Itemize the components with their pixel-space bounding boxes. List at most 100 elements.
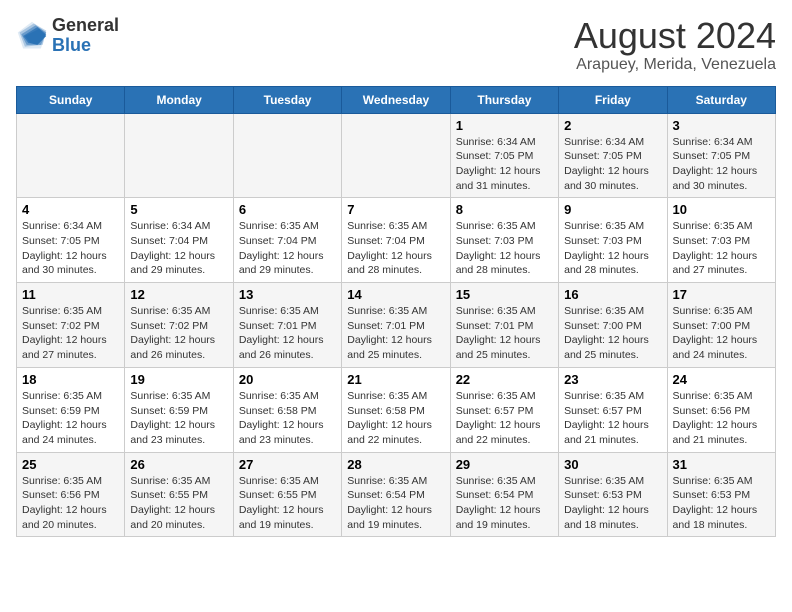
header-cell-thursday: Thursday [450,86,558,113]
day-cell: 2Sunrise: 6:34 AM Sunset: 7:05 PM Daylig… [559,113,667,198]
calendar-header: SundayMondayTuesdayWednesdayThursdayFrid… [17,86,776,113]
day-cell: 18 Sunrise: 6:35 AM Sunset: 6:59 PM Dayli… [17,367,125,452]
header-cell-wednesday: Wednesday [342,86,450,113]
day-cell: 7 Sunrise: 6:35 AM Sunset: 7:04 PM Daylig… [342,198,450,283]
day-number: 15 [456,287,553,302]
day-info: Sunrise: 6:35 AM Sunset: 6:54 PM Dayligh… [456,475,541,531]
day-info: Sunrise: 6:35 AM Sunset: 6:57 PM Dayligh… [564,390,649,446]
day-info: Sunrise: 6:34 AM Sunset: 7:05 PM Dayligh… [456,136,541,192]
day-info: Sunrise: 6:34 AM Sunset: 7:05 PM Dayligh… [564,136,649,192]
day-info: Sunrise: 6:34 AM Sunset: 7:04 PM Dayligh… [130,220,215,276]
day-number: 28 [347,457,444,472]
day-cell [125,113,233,198]
logo-blue: Blue [52,36,119,56]
day-number: 11 [22,287,119,302]
day-number: 8 [456,202,553,217]
week-row-1: 1Sunrise: 6:34 AM Sunset: 7:05 PM Daylig… [17,113,776,198]
header-cell-sunday: Sunday [17,86,125,113]
day-info: Sunrise: 6:35 AM Sunset: 7:04 PM Dayligh… [347,220,432,276]
day-number: 18 [22,372,119,387]
day-number: 19 [130,372,227,387]
day-info: Sunrise: 6:35 AM Sunset: 6:53 PM Dayligh… [673,475,758,531]
day-info: Sunrise: 6:35 AM Sunset: 6:58 PM Dayligh… [347,390,432,446]
day-cell: 19Sunrise: 6:35 AM Sunset: 6:59 PM Dayli… [125,367,233,452]
day-info: Sunrise: 6:35 AM Sunset: 6:58 PM Dayligh… [239,390,324,446]
day-cell: 10 Sunrise: 6:35 AM Sunset: 7:03 PM Dayli… [667,198,775,283]
day-number: 31 [673,457,770,472]
header-cell-saturday: Saturday [667,86,775,113]
day-info: Sunrise: 6:35 AM Sunset: 6:56 PM Dayligh… [22,475,107,531]
day-cell [342,113,450,198]
logo: General Blue [16,16,119,56]
day-cell: 20 Sunrise: 6:35 AM Sunset: 6:58 PM Dayli… [233,367,341,452]
day-info: Sunrise: 6:35 AM Sunset: 7:01 PM Dayligh… [456,305,541,361]
day-number: 7 [347,202,444,217]
day-number: 20 [239,372,336,387]
day-cell: 11 Sunrise: 6:35 AM Sunset: 7:02 PM Dayli… [17,283,125,368]
week-row-4: 18 Sunrise: 6:35 AM Sunset: 6:59 PM Dayli… [17,367,776,452]
day-info: Sunrise: 6:35 AM Sunset: 6:55 PM Dayligh… [130,475,215,531]
day-cell: 1Sunrise: 6:34 AM Sunset: 7:05 PM Daylig… [450,113,558,198]
day-cell: 3 Sunrise: 6:34 AM Sunset: 7:05 PM Daylig… [667,113,775,198]
calendar-table: SundayMondayTuesdayWednesdayThursdayFrid… [16,86,776,538]
day-info: Sunrise: 6:35 AM Sunset: 6:56 PM Dayligh… [673,390,758,446]
day-cell: 21 Sunrise: 6:35 AM Sunset: 6:58 PM Dayli… [342,367,450,452]
day-number: 22 [456,372,553,387]
day-info: Sunrise: 6:35 AM Sunset: 7:03 PM Dayligh… [673,220,758,276]
day-number: 5 [130,202,227,217]
header-cell-friday: Friday [559,86,667,113]
day-number: 21 [347,372,444,387]
header-cell-tuesday: Tuesday [233,86,341,113]
day-number: 16 [564,287,661,302]
day-cell: 24 Sunrise: 6:35 AM Sunset: 6:56 PM Dayli… [667,367,775,452]
day-number: 24 [673,372,770,387]
day-cell: 28Sunrise: 6:35 AM Sunset: 6:54 PM Dayli… [342,452,450,537]
week-row-5: 25 Sunrise: 6:35 AM Sunset: 6:56 PM Dayli… [17,452,776,537]
header-cell-monday: Monday [125,86,233,113]
day-cell [233,113,341,198]
logo-general: General [52,16,119,36]
day-info: Sunrise: 6:35 AM Sunset: 7:01 PM Dayligh… [347,305,432,361]
page-header: General Blue August 2024 Arapuey, Merida… [16,16,776,74]
day-info: Sunrise: 6:35 AM Sunset: 6:57 PM Dayligh… [456,390,541,446]
day-number: 30 [564,457,661,472]
day-number: 9 [564,202,661,217]
day-cell: 31 Sunrise: 6:35 AM Sunset: 6:53 PM Dayli… [667,452,775,537]
day-number: 10 [673,202,770,217]
day-cell: 8Sunrise: 6:35 AM Sunset: 7:03 PM Daylig… [450,198,558,283]
day-cell: 22 Sunrise: 6:35 AM Sunset: 6:57 PM Dayli… [450,367,558,452]
day-number: 26 [130,457,227,472]
day-info: Sunrise: 6:34 AM Sunset: 7:05 PM Dayligh… [22,220,107,276]
day-cell: 15 Sunrise: 6:35 AM Sunset: 7:01 PM Dayli… [450,283,558,368]
logo-icon [16,20,48,52]
day-number: 25 [22,457,119,472]
day-number: 27 [239,457,336,472]
day-info: Sunrise: 6:35 AM Sunset: 7:02 PM Dayligh… [22,305,107,361]
day-cell: 26 Sunrise: 6:35 AM Sunset: 6:55 PM Dayli… [125,452,233,537]
title-block: August 2024 Arapuey, Merida, Venezuela [574,16,776,74]
day-cell: 27 Sunrise: 6:35 AM Sunset: 6:55 PM Dayli… [233,452,341,537]
header-row: SundayMondayTuesdayWednesdayThursdayFrid… [17,86,776,113]
calendar-subtitle: Arapuey, Merida, Venezuela [574,56,776,74]
day-info: Sunrise: 6:35 AM Sunset: 6:59 PM Dayligh… [22,390,107,446]
week-row-3: 11 Sunrise: 6:35 AM Sunset: 7:02 PM Dayli… [17,283,776,368]
day-info: Sunrise: 6:35 AM Sunset: 7:00 PM Dayligh… [673,305,758,361]
calendar-body: 1Sunrise: 6:34 AM Sunset: 7:05 PM Daylig… [17,113,776,537]
day-info: Sunrise: 6:34 AM Sunset: 7:05 PM Dayligh… [673,136,758,192]
day-cell: 25 Sunrise: 6:35 AM Sunset: 6:56 PM Dayli… [17,452,125,537]
day-number: 4 [22,202,119,217]
day-number: 3 [673,118,770,133]
day-number: 17 [673,287,770,302]
day-info: Sunrise: 6:35 AM Sunset: 7:03 PM Dayligh… [564,220,649,276]
day-info: Sunrise: 6:35 AM Sunset: 6:53 PM Dayligh… [564,475,649,531]
week-row-2: 4 Sunrise: 6:34 AM Sunset: 7:05 PM Daylig… [17,198,776,283]
day-cell: 13Sunrise: 6:35 AM Sunset: 7:01 PM Dayli… [233,283,341,368]
day-info: Sunrise: 6:35 AM Sunset: 7:01 PM Dayligh… [239,305,324,361]
day-cell: 5 Sunrise: 6:34 AM Sunset: 7:04 PM Daylig… [125,198,233,283]
day-cell: 23Sunrise: 6:35 AM Sunset: 6:57 PM Dayli… [559,367,667,452]
day-info: Sunrise: 6:35 AM Sunset: 6:55 PM Dayligh… [239,475,324,531]
calendar-title: August 2024 [574,16,776,56]
day-number: 29 [456,457,553,472]
day-cell: 6Sunrise: 6:35 AM Sunset: 7:04 PM Daylig… [233,198,341,283]
day-info: Sunrise: 6:35 AM Sunset: 7:04 PM Dayligh… [239,220,324,276]
